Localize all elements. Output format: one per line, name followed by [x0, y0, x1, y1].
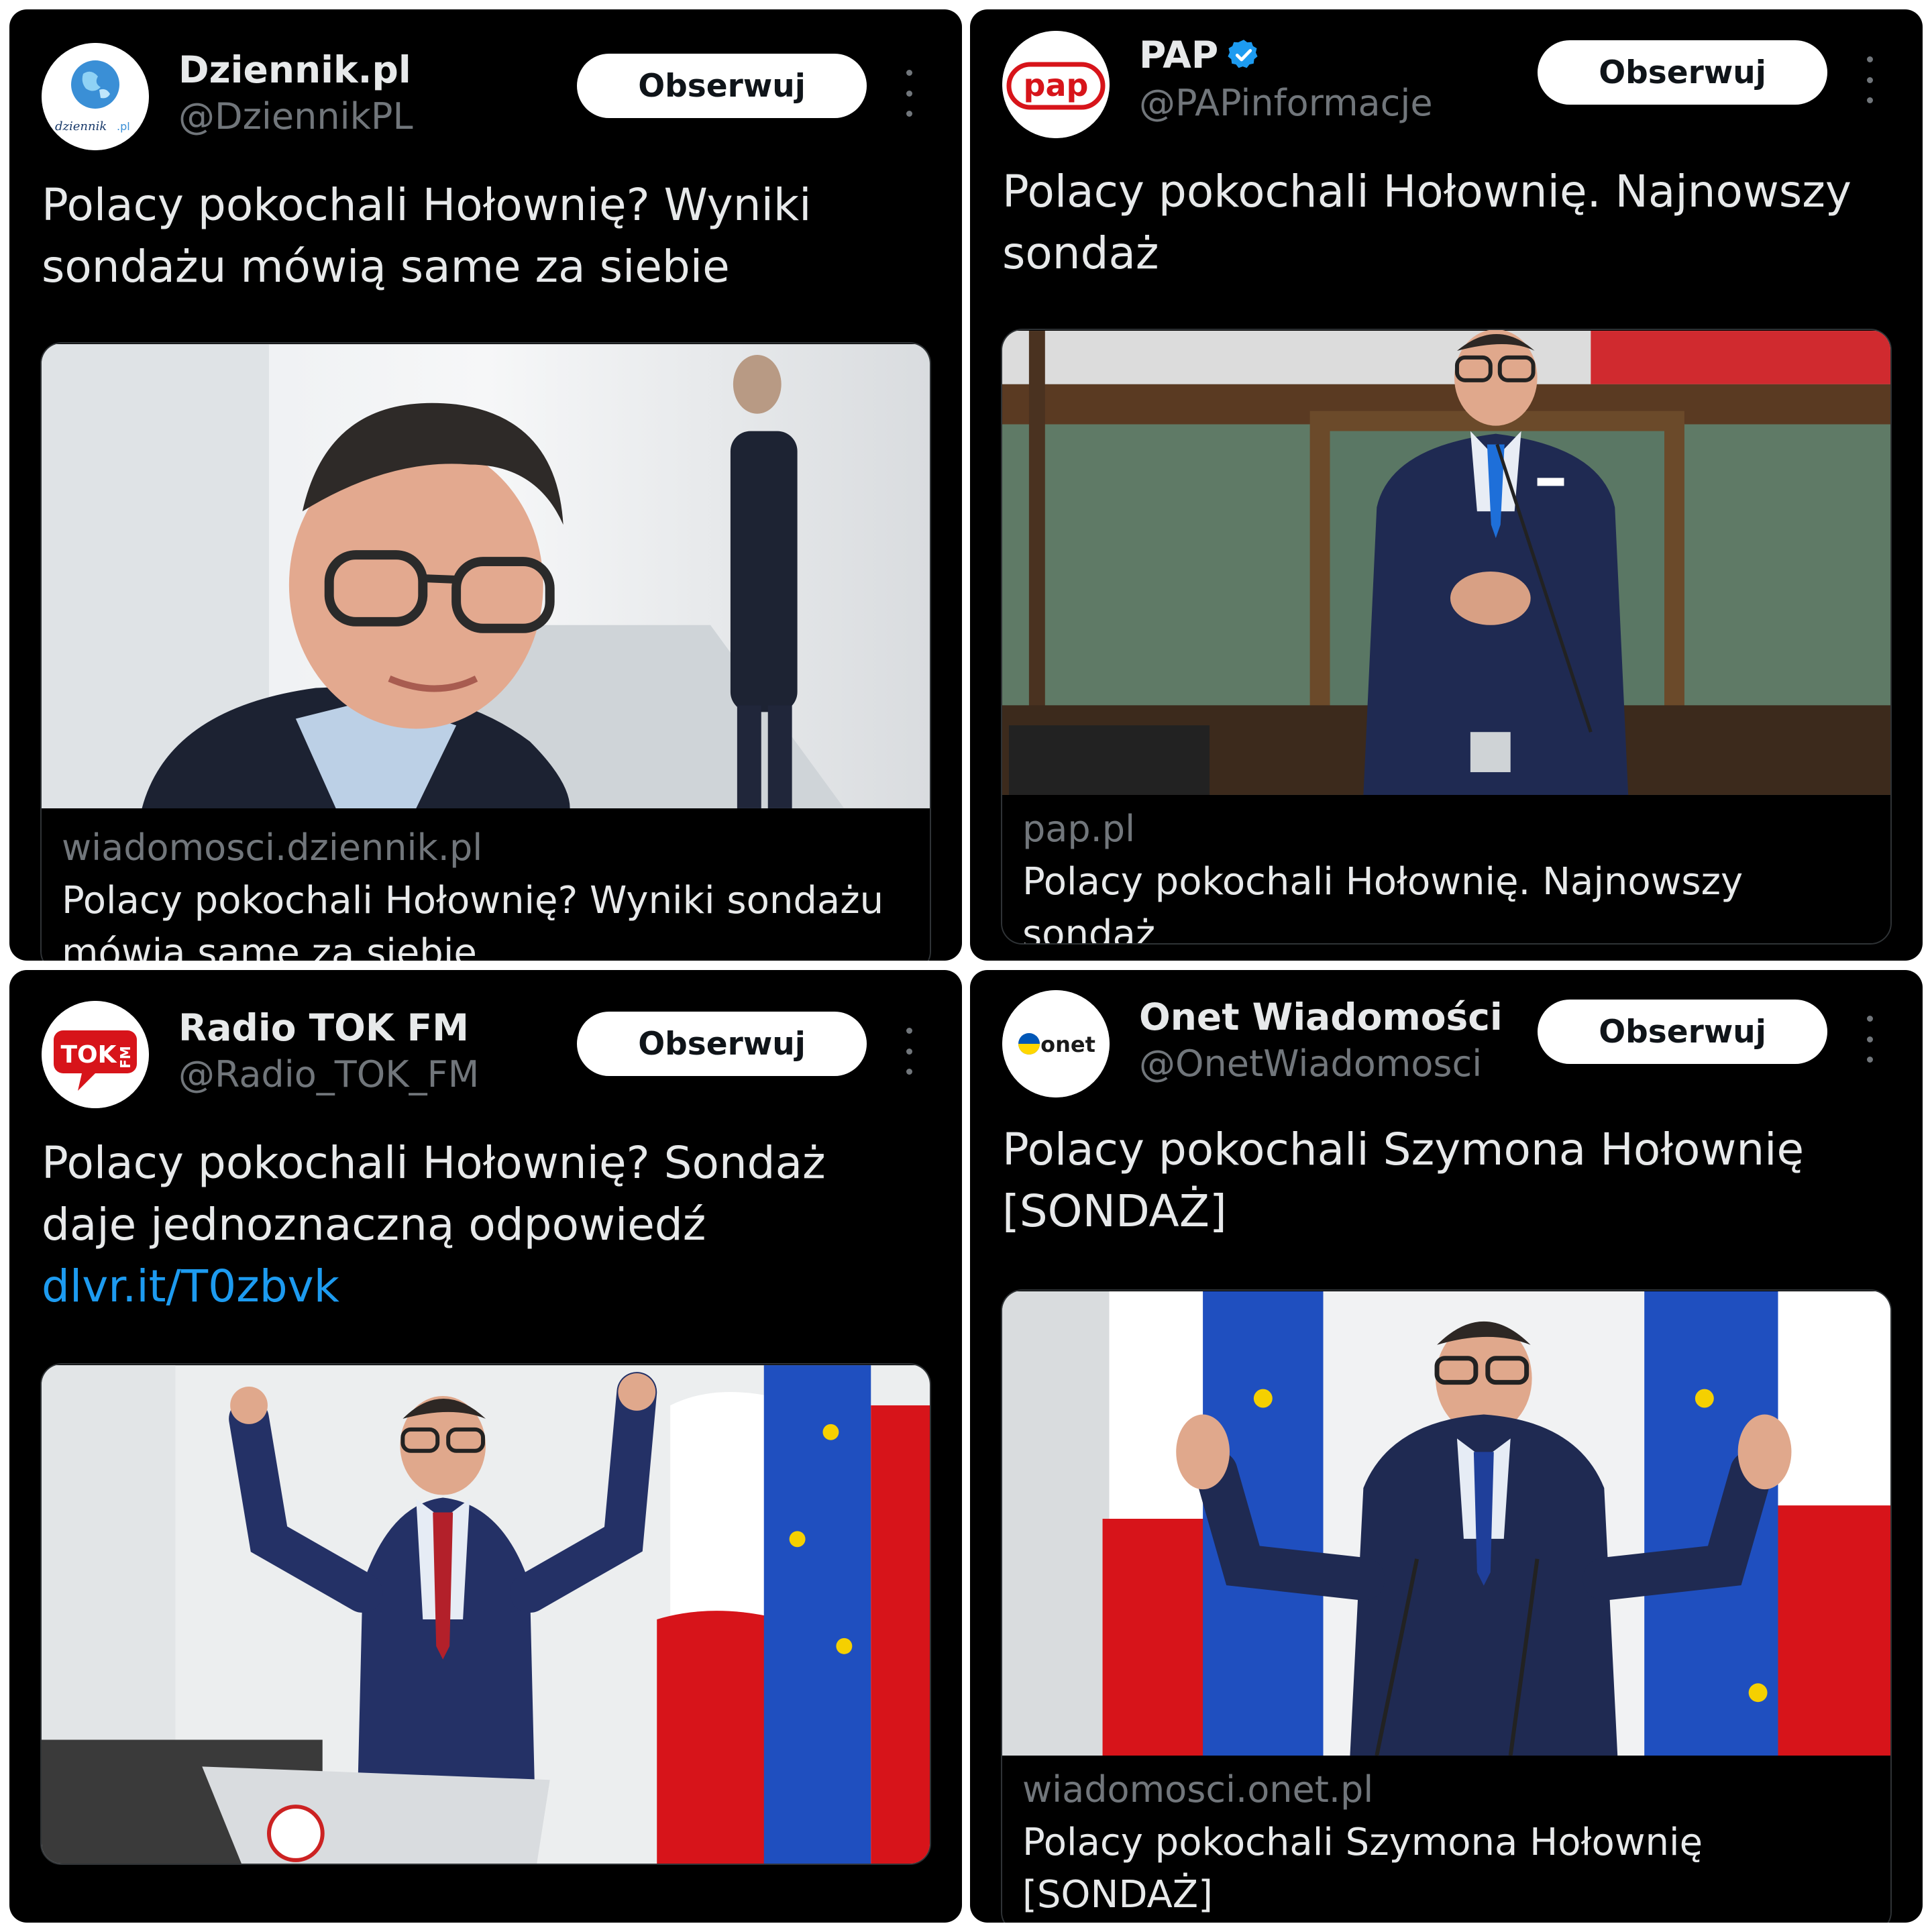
svg-text:dziennik: dziennik	[55, 119, 107, 133]
svg-text:.pl: .pl	[117, 120, 130, 133]
svg-text:onet: onet	[1040, 1032, 1095, 1057]
link-meta: wiadomosci.dziennik.pl Polacy pokochali …	[42, 817, 930, 961]
follow-button[interactable]: Obserwuj	[577, 54, 867, 118]
link-title: Polacy pokochali Szymona Hołownię [SONDA…	[1022, 1821, 1703, 1917]
link-domain: wiadomosci.onet.pl	[1022, 1768, 1374, 1811]
avatar-tokfm[interactable]: TOK FM	[42, 1001, 149, 1108]
link-card-photo	[42, 344, 930, 808]
post-photo[interactable]	[40, 1363, 931, 1865]
account-handle[interactable]: @Radio_TOK_FM	[178, 1053, 479, 1095]
verified-badge-icon	[1228, 40, 1258, 68]
post-text: Polacy pokochali Hołownię? Wyniki sondaż…	[42, 179, 812, 292]
post-photo-image	[42, 1365, 930, 1864]
post-card-pap[interactable]: pap PAP @PAPinformacje Obserwuj Polacy p…	[970, 9, 1923, 961]
link-meta: wiadomosci.onet.pl Polacy pokochali Szym…	[1002, 1758, 1890, 1923]
post-text: Polacy pokochali Szymona Hołownię [SONDA…	[1002, 1124, 1805, 1237]
account-name[interactable]: Radio TOK FM	[178, 1006, 469, 1049]
post-text: Polacy pokochali Hołownię? Sondaż daje j…	[42, 1132, 914, 1318]
svg-text:pap: pap	[1024, 67, 1089, 103]
link-card[interactable]: wiadomosci.dziennik.pl Polacy pokochali …	[40, 342, 931, 961]
follow-button[interactable]: Obserwuj	[1538, 1000, 1827, 1064]
post-text: Polacy pokochali Hołownię. Najnowszy son…	[1002, 166, 1851, 279]
post-card-dziennik[interactable]: dziennik .pl Dziennik.pl @DziennikPL Obs…	[9, 9, 962, 961]
link-card-photo	[1002, 330, 1890, 795]
more-vert-icon[interactable]	[1860, 1016, 1880, 1063]
account-handle[interactable]: @DziennikPL	[178, 95, 413, 138]
post-card-tokfm[interactable]: TOK FM Radio TOK FM @Radio_TOK_FM Obserw…	[9, 970, 962, 1923]
svg-text:TOK: TOK	[60, 1041, 117, 1069]
link-domain: wiadomosci.dziennik.pl	[62, 826, 483, 869]
more-vert-icon[interactable]	[899, 1028, 919, 1075]
account-name[interactable]: Onet Wiadomości	[1139, 996, 1503, 1038]
link-title: Polacy pokochali Hołownię. Najnowszy son…	[1022, 860, 1743, 945]
more-vert-icon[interactable]	[1860, 56, 1880, 103]
account-name-text[interactable]: PAP	[1139, 34, 1218, 76]
follow-button[interactable]: Obserwuj	[577, 1012, 867, 1076]
account-handle[interactable]: @PAPinformacje	[1139, 82, 1433, 124]
more-vert-icon[interactable]	[899, 70, 919, 117]
link-meta: pap.pl Polacy pokochali Hołownię. Najnow…	[1002, 797, 1890, 945]
avatar-onet[interactable]: onet	[1002, 990, 1110, 1097]
account-name[interactable]: Dziennik.pl	[178, 48, 411, 91]
post-card-onet[interactable]: onet Onet Wiadomości @OnetWiadomosci Obs…	[970, 970, 1923, 1923]
link-title: Polacy pokochali Hołownię? Wyniki sondaż…	[62, 879, 884, 961]
svg-text:FM: FM	[117, 1046, 133, 1069]
link-card[interactable]: pap.pl Polacy pokochali Hołownię. Najnow…	[1001, 329, 1892, 945]
link-domain: pap.pl	[1022, 808, 1136, 850]
avatar-dziennik[interactable]: dziennik .pl	[42, 43, 149, 150]
link-card[interactable]: wiadomosci.onet.pl Polacy pokochali Szym…	[1001, 1289, 1892, 1923]
post-text-body: Polacy pokochali Hołownię? Sondaż daje j…	[42, 1137, 826, 1250]
post-link[interactable]: dlvr.it/T0zbvk	[42, 1260, 339, 1312]
account-name[interactable]: PAP	[1139, 34, 1261, 76]
link-card-photo	[1002, 1291, 1890, 1756]
avatar-pap[interactable]: pap	[1002, 31, 1110, 138]
follow-button[interactable]: Obserwuj	[1538, 40, 1827, 105]
account-handle[interactable]: @OnetWiadomosci	[1139, 1042, 1482, 1085]
